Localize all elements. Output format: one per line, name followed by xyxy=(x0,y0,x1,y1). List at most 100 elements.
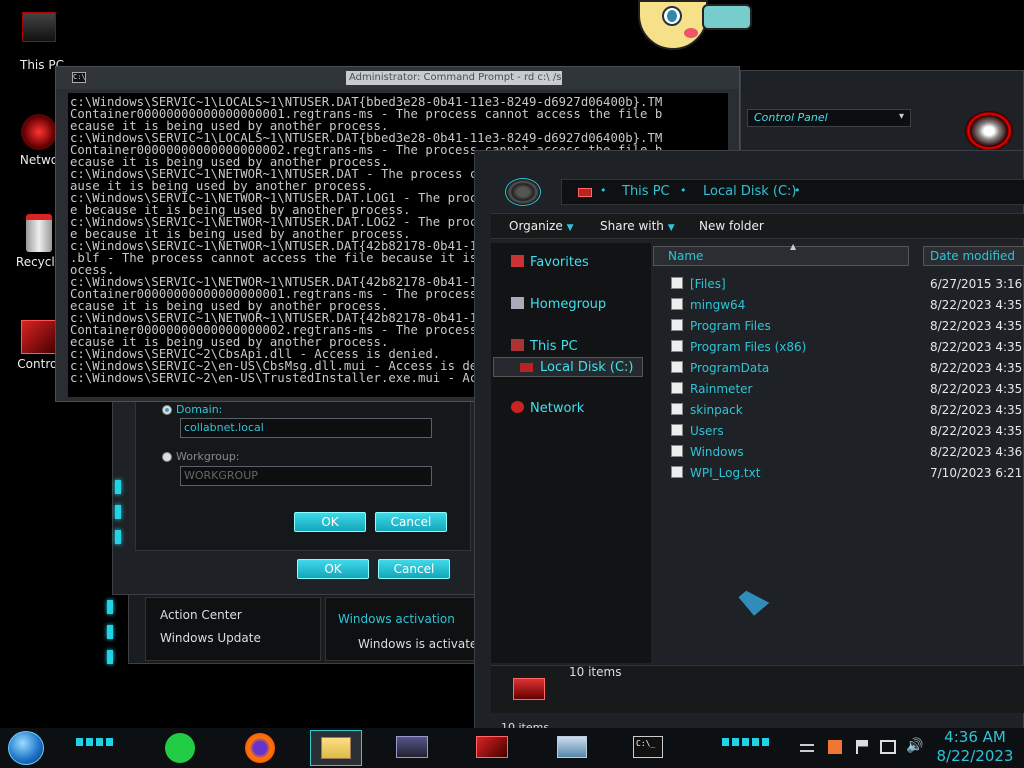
details-pane: 10 items xyxy=(491,665,1024,713)
file-date-modified: 8/22/2023 4:35 AM xyxy=(930,382,1024,396)
file-row[interactable]: Program Files (x86) 8/22/2023 4:35 AM xyxy=(653,337,1024,358)
star-icon xyxy=(511,255,524,267)
file-row[interactable]: skinpack 8/22/2023 4:35 AM xyxy=(653,400,1024,421)
taskbar-network-settings[interactable] xyxy=(468,730,516,766)
control-panel-window: Control Panel ▾ xyxy=(740,70,1024,160)
file-explorer-window[interactable]: • This PC • Local Disk (C:) • Organize ▼… xyxy=(474,150,1024,735)
clock[interactable]: 4:36 AM 8/22/2023 xyxy=(930,728,1020,768)
firefox-icon xyxy=(245,733,275,763)
file-name: skinpack xyxy=(690,403,743,417)
domain-field[interactable]: collabnet.local xyxy=(180,418,432,438)
workgroup-radio[interactable] xyxy=(162,452,172,462)
action-center-link[interactable]: Action Center xyxy=(160,608,242,622)
network-status-icon[interactable] xyxy=(880,740,896,754)
frame-decoration xyxy=(115,530,121,544)
taskbar-command-prompt[interactable]: C:\_ xyxy=(624,730,672,766)
outer-cancel-button[interactable]: Cancel xyxy=(378,559,450,579)
breadcrumb-separator: • xyxy=(794,184,801,197)
nav-network[interactable]: Network xyxy=(511,401,584,416)
address-bar[interactable]: • This PC • Local Disk (C:) • xyxy=(561,179,1024,205)
windows-update-link[interactable]: Windows Update xyxy=(160,631,261,645)
outer-ok-button[interactable]: OK xyxy=(297,559,369,579)
nav-this-pc[interactable]: This PC xyxy=(511,339,578,354)
drive-icon xyxy=(520,363,533,372)
show-hidden-icons-icon[interactable] xyxy=(800,744,814,752)
taskbar-file-explorer[interactable] xyxy=(310,730,362,766)
details-item-count: 10 items xyxy=(569,665,622,679)
sort-arrow-icon: ▲ xyxy=(790,242,797,251)
system-properties-dialog: Domain: collabnet.local Workgroup: WORKG… xyxy=(112,395,477,595)
file-date-modified: 7/10/2023 6:21 PM xyxy=(930,466,1024,480)
cmd-title-bar[interactable]: C:\ Administrator: Command Prompt - rd c… xyxy=(56,67,739,89)
folder-icon xyxy=(671,445,683,457)
clock-time: 4:36 AM xyxy=(944,728,1006,746)
dropdown-arrow-icon[interactable]: ▾ xyxy=(899,111,904,122)
column-header-name[interactable]: Name ▲ xyxy=(653,242,909,266)
workgroup-option[interactable]: Workgroup: xyxy=(162,450,240,463)
activation-panel: Windows activation Windows is activated xyxy=(325,597,477,661)
file-date-modified: 8/22/2023 4:35 AM xyxy=(930,424,1024,438)
control-panel-address-bar[interactable]: Control Panel ▾ xyxy=(747,109,911,127)
file-date-modified: 8/22/2023 4:35 AM xyxy=(930,340,1024,354)
file-date-modified: 8/22/2023 4:35 AM xyxy=(930,298,1024,312)
text-file-icon xyxy=(671,466,683,478)
file-row[interactable]: Program Files 8/22/2023 4:35 AM xyxy=(653,316,1024,337)
nav-local-disk[interactable]: Local Disk (C:) xyxy=(493,357,643,377)
file-row[interactable]: [Files] 6/27/2015 3:16 PM xyxy=(653,274,1024,295)
desktop-icon-this-pc[interactable]: This PC xyxy=(4,12,74,72)
activation-title[interactable]: Windows activation xyxy=(338,612,455,626)
column-header-date[interactable]: Date modified xyxy=(923,246,1024,266)
computer-icon xyxy=(511,339,524,351)
frame-decoration xyxy=(107,650,113,664)
file-row[interactable]: Users 8/22/2023 4:35 AM xyxy=(653,421,1024,442)
domain-radio[interactable] xyxy=(162,405,172,415)
java-update-icon[interactable] xyxy=(828,740,842,754)
file-row[interactable]: ProgramData 8/22/2023 4:35 AM xyxy=(653,358,1024,379)
cancel-button[interactable]: Cancel xyxy=(375,512,447,532)
organize-button[interactable]: Organize ▼ xyxy=(509,219,574,233)
file-row[interactable]: Rainmeter 8/22/2023 4:35 AM xyxy=(653,379,1024,400)
nav-homegroup[interactable]: Homegroup xyxy=(511,297,606,312)
new-folder-button[interactable]: New folder xyxy=(699,219,764,233)
volume-icon[interactable]: 🔊 xyxy=(906,738,923,754)
file-row[interactable]: Windows 8/22/2023 4:36 AM xyxy=(653,442,1024,463)
breadcrumb-separator: • xyxy=(600,184,607,197)
file-name: Program Files (x86) xyxy=(690,340,807,354)
frame-decoration xyxy=(115,505,121,519)
back-button[interactable] xyxy=(505,178,541,206)
domain-option[interactable]: Domain: xyxy=(162,403,222,416)
dropdown-arrow-icon: ▼ xyxy=(667,223,675,233)
control-panel-icon xyxy=(21,320,57,354)
taskbar-decoration xyxy=(76,738,114,746)
taskbar-firefox[interactable] xyxy=(236,730,284,766)
file-date-modified: 8/22/2023 4:35 AM xyxy=(930,403,1024,417)
frame-decoration xyxy=(115,480,121,494)
action-center-flag-icon[interactable] xyxy=(856,740,868,754)
taskbar-notes-app[interactable] xyxy=(156,730,204,766)
file-row[interactable]: WPI_Log.txt 7/10/2023 6:21 PM xyxy=(653,463,1024,484)
file-name: Program Files xyxy=(690,319,771,333)
file-row[interactable]: mingw64 8/22/2023 4:35 AM xyxy=(653,295,1024,316)
file-name: Windows xyxy=(690,445,744,459)
file-name: WPI_Log.txt xyxy=(690,466,761,480)
action-center-panel: Action Center Windows Update Windows act… xyxy=(128,594,477,664)
breadcrumb-this-pc[interactable]: This PC xyxy=(622,184,670,199)
folder-icon xyxy=(671,382,683,394)
start-button[interactable] xyxy=(8,731,44,765)
workgroup-field[interactable]: WORKGROUP xyxy=(180,466,432,486)
recycle-bin-icon xyxy=(26,214,52,252)
taskbar-system[interactable] xyxy=(548,730,596,766)
taskbar-control-panel[interactable] xyxy=(388,730,436,766)
ok-button[interactable]: OK xyxy=(294,512,366,532)
share-with-button[interactable]: Share with ▼ xyxy=(600,219,675,233)
breadcrumb-local-disk[interactable]: Local Disk (C:) xyxy=(703,184,796,199)
file-date-modified: 6/27/2015 3:16 PM xyxy=(930,277,1024,291)
folder-icon xyxy=(671,340,683,352)
folder-icon xyxy=(671,361,683,373)
taskbar-decoration xyxy=(722,738,770,746)
network-icon xyxy=(21,114,57,150)
nav-favorites[interactable]: Favorites xyxy=(511,255,589,270)
folder-icon xyxy=(671,298,683,310)
computer-name-panel: Domain: collabnet.local Workgroup: WORKG… xyxy=(135,396,471,551)
file-name: Rainmeter xyxy=(690,382,753,396)
